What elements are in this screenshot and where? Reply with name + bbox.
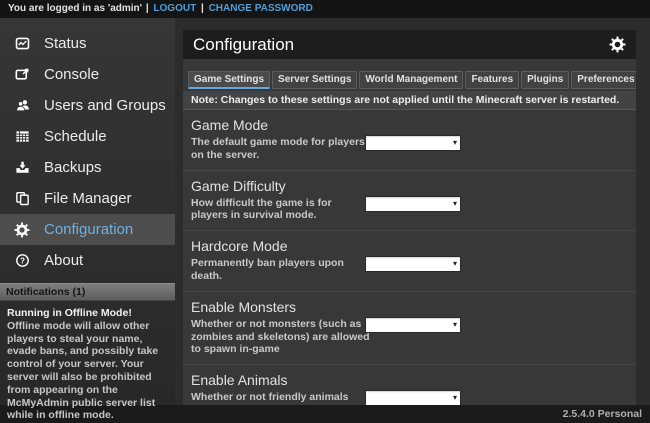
main-region: Configuration Game Settings Server Setti… (175, 18, 650, 405)
users-icon (13, 98, 31, 113)
chevron-down-icon: ▾ (453, 139, 460, 147)
chevron-down-icon: ▾ (453, 260, 460, 268)
config-tabs: Game Settings Server Settings World Mana… (188, 71, 631, 89)
page-title: Configuration (193, 35, 609, 55)
app-window: You are logged in as 'admin' | LOGOUT | … (0, 0, 650, 423)
setting-row-game-difficulty: Game Difficulty How difficult the game i… (183, 171, 636, 232)
chevron-down-icon: ▾ (453, 321, 460, 329)
setting-name: Game Difficulty (191, 178, 628, 194)
content-area: Status Console Users and Groups (0, 18, 650, 405)
setting-name: Hardcore Mode (191, 238, 628, 254)
schedule-icon (13, 129, 31, 144)
sidebar-item-status[interactable]: Status (0, 28, 175, 59)
setting-row-enable-monsters: Enable Monsters Whether or not monsters … (183, 292, 636, 365)
sidebar-item-label: Schedule (44, 128, 107, 145)
game-difficulty-select[interactable]: ▾ (365, 196, 461, 212)
notification-body: Offline mode will allow other players to… (7, 320, 168, 422)
sidebar-item-schedule[interactable]: Schedule (0, 121, 175, 152)
chevron-down-icon: ▾ (453, 394, 460, 402)
chevron-down-icon: ▾ (453, 200, 460, 208)
change-password-link[interactable]: CHANGE PASSWORD (209, 3, 313, 14)
sidebar-item-label: Status (44, 35, 87, 52)
console-icon (13, 67, 31, 82)
sidebar-item-label: Console (44, 66, 99, 83)
panel-gear-icon[interactable] (609, 36, 626, 53)
sidebar-item-file-manager[interactable]: File Manager (0, 183, 175, 214)
logout-link[interactable]: LOGOUT (153, 3, 196, 14)
setting-description: How difficult the game is for players in… (191, 197, 371, 223)
svg-text:?: ? (20, 256, 25, 265)
tab-server-settings[interactable]: Server Settings (272, 71, 357, 89)
setting-description: The default game mode for players on the… (191, 136, 371, 162)
tab-preferences[interactable]: Preferences (571, 71, 636, 89)
separator: | (201, 3, 204, 14)
game-mode-select[interactable]: ▾ (365, 135, 461, 151)
setting-row-game-mode: Game Mode The default game mode for play… (183, 110, 636, 171)
setting-row-enable-animals: Enable Animals Whether or not friendly a… (183, 365, 636, 405)
setting-row-hardcore-mode: Hardcore Mode Permanently ban players up… (183, 231, 636, 292)
sidebar-item-console[interactable]: Console (0, 59, 175, 90)
enable-monsters-select[interactable]: ▾ (365, 317, 461, 333)
sidebar-item-label: File Manager (44, 190, 132, 207)
version-label: 2.5.4.0 Personal (563, 408, 642, 420)
gear-icon (13, 222, 31, 238)
sidebar-item-users-and-groups[interactable]: Users and Groups (0, 90, 175, 121)
tab-game-settings[interactable]: Game Settings (188, 71, 270, 89)
notifications-header: Notifications (1) (0, 283, 175, 301)
enable-animals-select[interactable]: ▾ (365, 390, 461, 405)
logged-in-text: You are logged in as 'admin' (8, 3, 142, 14)
tab-plugins[interactable]: Plugins (521, 71, 569, 89)
hardcore-mode-select[interactable]: ▾ (365, 256, 461, 272)
login-status-bar: You are logged in as 'admin' | LOGOUT | … (0, 0, 650, 18)
sidebar-item-label: Backups (44, 159, 102, 176)
backups-icon (13, 160, 31, 175)
tab-features[interactable]: Features (465, 71, 519, 89)
sidebar: Status Console Users and Groups (0, 18, 175, 405)
sidebar-item-about[interactable]: ? About (0, 245, 175, 276)
status-icon (13, 36, 31, 51)
setting-name: Game Mode (191, 117, 628, 133)
sidebar-item-label: Users and Groups (44, 97, 166, 114)
configuration-panel: Configuration Game Settings Server Setti… (183, 30, 636, 405)
notification-offline-mode: Running in Offline Mode! Offline mode wi… (0, 301, 175, 423)
sidebar-item-label: Configuration (44, 221, 133, 238)
sidebar-nav: Status Console Users and Groups (0, 18, 175, 276)
setting-name: Enable Monsters (191, 299, 628, 315)
sidebar-item-label: About (44, 252, 83, 269)
setting-description: Whether or not friendly animals (such as… (191, 391, 371, 405)
panel-header: Configuration (183, 30, 636, 59)
setting-description: Whether or not monsters (such as zombies… (191, 318, 371, 356)
question-icon: ? (13, 253, 31, 268)
file-manager-icon (13, 191, 31, 206)
setting-name: Enable Animals (191, 372, 628, 388)
setting-description: Permanently ban players upon death. (191, 257, 371, 283)
sidebar-item-backups[interactable]: Backups (0, 152, 175, 183)
sidebar-item-configuration[interactable]: Configuration (0, 214, 175, 245)
tab-world-management[interactable]: World Management (359, 71, 463, 89)
restart-note: Note: Changes to these settings are not … (183, 91, 636, 110)
settings-list: Game Mode The default game mode for play… (183, 110, 636, 405)
separator: | (146, 3, 149, 14)
notification-title: Running in Offline Mode! (7, 307, 168, 320)
